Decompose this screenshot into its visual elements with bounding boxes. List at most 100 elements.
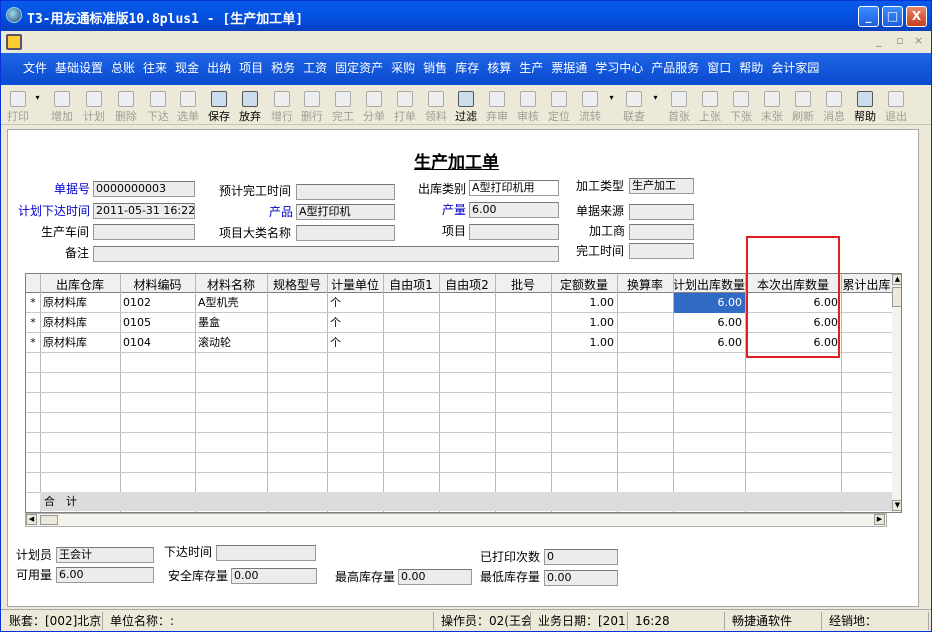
cell-plan-out-qty[interactable]: 6.00 (674, 293, 745, 313)
grid-vertical-scrollbar[interactable]: ▲ ▼ (892, 274, 901, 512)
cell-warehouse[interactable]: 原材料库 (43, 333, 119, 353)
menu-payroll[interactable]: 工资 (299, 53, 331, 83)
select-doc-button[interactable]: 选单 (173, 89, 203, 123)
col-material-name[interactable]: 材料名称 (195, 276, 267, 293)
col-free-item-2[interactable]: 自由项2 (439, 276, 495, 293)
last-button[interactable]: 末张 (757, 89, 787, 123)
menu-purchase[interactable]: 采购 (387, 53, 419, 83)
scroll-thumb[interactable] (40, 515, 58, 525)
table-row[interactable]: * 原材料库 0104 滚动轮 个 1.00 6.00 6.00 (26, 333, 892, 353)
menu-project[interactable]: 项目 (235, 53, 267, 83)
scroll-down-icon[interactable]: ▼ (892, 500, 901, 511)
menu-tax[interactable]: 税务 (267, 53, 299, 83)
planner-field[interactable]: 王会计 (56, 547, 154, 563)
print-button[interactable]: 打印 (5, 89, 31, 123)
menu-costing[interactable]: 核算 (483, 53, 515, 83)
scroll-thumb[interactable] (892, 287, 901, 307)
col-total-out[interactable]: 累计出库 (841, 276, 892, 293)
scroll-up-icon[interactable]: ▲ (892, 274, 901, 285)
table-row[interactable] (26, 373, 892, 393)
grid-horizontal-scrollbar[interactable]: ◀ ▶ (25, 513, 887, 527)
refresh-button[interactable]: 刷新 (788, 89, 818, 123)
col-conversion-rate[interactable]: 换算率 (617, 276, 673, 293)
cell-quota-qty[interactable]: 1.00 (552, 313, 615, 333)
split-button[interactable]: 分单 (359, 89, 389, 123)
unapprove-button[interactable]: 弃审 (482, 89, 512, 123)
issue-button[interactable]: 下达 (143, 89, 173, 123)
previous-button[interactable]: 上张 (695, 89, 725, 123)
table-row[interactable]: * 原材料库 0105 墨盒 个 1.00 6.00 6.00 (26, 313, 892, 333)
requisition-button[interactable]: 领料 (421, 89, 451, 123)
project-class-field[interactable] (296, 225, 395, 241)
table-row[interactable] (26, 393, 892, 413)
printed-times-field[interactable]: 0 (544, 549, 618, 565)
workshop-field[interactable] (93, 224, 195, 240)
menu-receivables[interactable]: 往来 (139, 53, 171, 83)
cell-quota-qty[interactable]: 1.00 (552, 293, 615, 313)
flow-button[interactable]: 流转 (575, 89, 605, 123)
col-free-item-1[interactable]: 自由项1 (383, 276, 439, 293)
menu-general-ledger[interactable]: 总账 (107, 53, 139, 83)
print-doc-button[interactable]: 打单 (390, 89, 420, 123)
cell-plan-out-qty[interactable]: 6.00 (674, 313, 743, 333)
material-grid[interactable]: 出库仓库 材料编码 材料名称 规格型号 计量单位 自由项1 自由项2 批号 定额… (25, 273, 902, 513)
menu-accounting-home[interactable]: 会计家园 (767, 53, 823, 83)
menu-fixed-assets[interactable]: 固定资产 (331, 53, 387, 83)
cell-unit[interactable]: 个 (330, 293, 382, 313)
menu-services[interactable]: 产品服务 (647, 53, 703, 83)
menu-basic-settings[interactable]: 基础设置 (51, 53, 107, 83)
menu-production[interactable]: 生产 (515, 53, 547, 83)
menu-sales[interactable]: 销售 (419, 53, 451, 83)
cell-material-name[interactable]: 滚动轮 (198, 333, 266, 353)
available-field[interactable]: 6.00 (56, 567, 154, 583)
message-button[interactable]: 消息 (819, 89, 849, 123)
plan-button[interactable]: 计划 (79, 89, 109, 123)
table-row[interactable] (26, 433, 892, 453)
cell-material-name[interactable]: A型机壳 (198, 293, 266, 313)
menu-window[interactable]: 窗口 (703, 53, 735, 83)
add-button[interactable]: 增加 (47, 89, 77, 123)
menu-cash[interactable]: 现金 (171, 53, 203, 83)
scroll-right-icon[interactable]: ▶ (874, 514, 885, 525)
cell-this-out-qty[interactable]: 6.00 (746, 333, 839, 353)
table-row[interactable]: * 原材料库 0102 A型机壳 个 1.00 6.00 6.00 (26, 293, 892, 313)
table-row[interactable] (26, 473, 892, 493)
table-row[interactable] (26, 353, 892, 373)
cell-material-code[interactable]: 0105 (123, 313, 193, 333)
qty-field[interactable]: 6.00 (469, 202, 559, 218)
cell-unit[interactable]: 个 (330, 333, 382, 353)
filter-button[interactable]: 过滤 (451, 89, 481, 123)
flow-dropdown[interactable]: ▾ (607, 93, 616, 119)
cell-material-name[interactable]: 墨盒 (198, 313, 266, 333)
remark-field[interactable] (93, 246, 559, 262)
discard-button[interactable]: 放弃 (235, 89, 265, 123)
cell-this-out-qty[interactable]: 6.00 (746, 293, 839, 313)
safety-stock-field[interactable]: 0.00 (231, 568, 317, 584)
finish-time-field[interactable] (629, 243, 694, 259)
doc-no-field[interactable]: 0000000003 (93, 181, 195, 197)
complete-button[interactable]: 完工 (328, 89, 358, 123)
col-material-code[interactable]: 材料编码 (120, 276, 195, 293)
mdi-close-button[interactable]: × (914, 34, 923, 47)
close-button[interactable]: X (906, 6, 927, 27)
min-stock-field[interactable]: 0.00 (544, 570, 618, 586)
process-type-field[interactable]: 生产加工 (629, 178, 694, 194)
mdi-minimize-button[interactable]: _ (876, 34, 882, 47)
cell-plan-out-qty[interactable]: 6.00 (674, 333, 743, 353)
cell-unit[interactable]: 个 (330, 313, 382, 333)
out-type-field[interactable]: A型打印机用 (469, 180, 559, 196)
approve-button[interactable]: 审核 (513, 89, 543, 123)
locate-button[interactable]: 定位 (544, 89, 574, 123)
menu-help[interactable]: 帮助 (735, 53, 767, 83)
scroll-left-icon[interactable]: ◀ (26, 514, 37, 525)
menu-inventory[interactable]: 库存 (451, 53, 483, 83)
minimize-button[interactable]: _ (858, 6, 879, 27)
product-field[interactable]: A型打印机 (296, 204, 395, 220)
processor-field[interactable] (629, 224, 694, 240)
col-batch[interactable]: 批号 (495, 276, 551, 293)
next-button[interactable]: 下张 (726, 89, 756, 123)
table-row[interactable] (26, 413, 892, 433)
maximize-button[interactable]: □ (882, 6, 903, 27)
delete-row-button[interactable]: 删行 (297, 89, 327, 123)
source-field[interactable] (629, 204, 694, 220)
